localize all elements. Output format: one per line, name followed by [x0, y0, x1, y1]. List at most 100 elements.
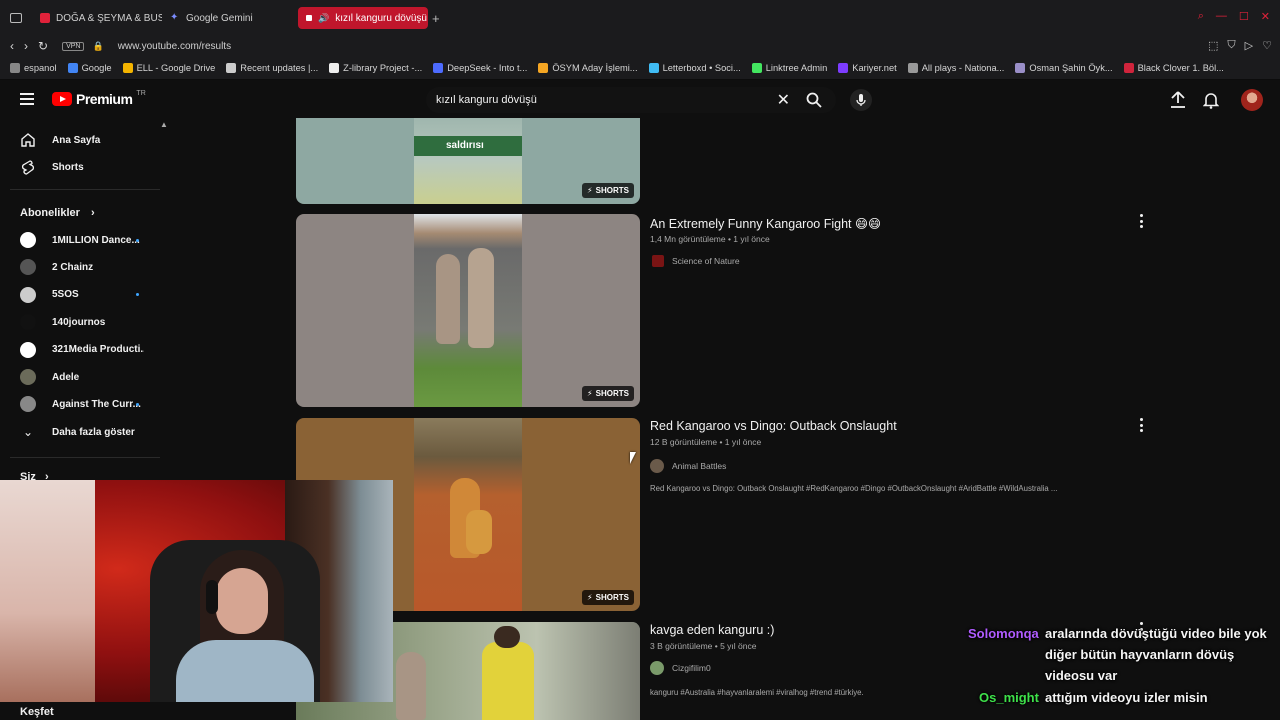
maximize-icon[interactable]: ☐: [1239, 10, 1249, 23]
more-options-icon[interactable]: [1137, 418, 1145, 432]
webcam-headphones: [206, 580, 218, 614]
scroll-up-icon[interactable]: ▲: [160, 120, 168, 129]
bookmark-label: DeepSeek - Into t...: [447, 62, 528, 73]
sidebar-toggle-icon[interactable]: [10, 13, 22, 23]
channel-avatar: [20, 259, 36, 276]
search-box: ✕: [426, 87, 836, 113]
result-meta: 3 B görüntüleme • 5 yıl önce: [650, 641, 757, 651]
result-title[interactable]: kavga eden kanguru :): [650, 623, 774, 637]
bookmark-item[interactable]: All plays - Nationa...: [907, 62, 1005, 73]
bookmark-item[interactable]: Black Clover 1. Böl...: [1123, 62, 1224, 73]
new-content-dot: [136, 238, 139, 242]
bookmark-item[interactable]: Kariyer.net: [838, 62, 897, 73]
shorts-icon: [22, 160, 34, 175]
bookmark-favicon-icon: [67, 62, 78, 73]
sidebar-subscription-item[interactable]: 5SOS: [0, 282, 160, 308]
browser-tab-1[interactable]: DOĞA & ŞEYMA & BUSE &: [32, 7, 162, 29]
chat-message-line: attığım videoyu izler misin: [1045, 690, 1208, 705]
result-channel[interactable]: Cizgifilim0: [650, 661, 711, 675]
search-tabs-icon[interactable]: ⌕: [1198, 10, 1204, 23]
reload-icon[interactable]: ↻: [38, 39, 48, 53]
shorts-icon: ⚡: [587, 593, 593, 602]
microphone-icon[interactable]: [850, 89, 872, 111]
sidebar-subscription-item[interactable]: 1MILLION Dance...: [0, 227, 160, 253]
result-title[interactable]: An Extremely Funny Kangaroo Fight 😄😄: [650, 216, 881, 231]
sidebar-subscription-item[interactable]: 2 Chainz: [0, 254, 160, 280]
result-thumbnail[interactable]: saldırısı ⚡ SHORTS: [296, 118, 640, 204]
show-more-button[interactable]: ⌄ Daha fazla göster: [0, 419, 160, 445]
sidebar-subscription-item[interactable]: 321Media Producti...: [0, 337, 160, 363]
vpn-badge[interactable]: VPN: [62, 41, 85, 51]
sidebar-item-label: Shorts: [52, 161, 84, 173]
notification-bell-icon[interactable]: [1203, 91, 1219, 109]
browser-tab-2[interactable]: ✦ Google Gemini: [162, 7, 292, 29]
bookmark-item[interactable]: Z-library Project -...: [329, 62, 423, 73]
bookmark-item[interactable]: Letterboxd • Soci...: [648, 62, 741, 73]
bookmark-item[interactable]: Osman Şahin Öyk...: [1015, 62, 1113, 73]
result-channel[interactable]: Science of Nature: [650, 255, 740, 267]
sidebar-subscription-item[interactable]: 140journos: [0, 309, 160, 335]
player-icon[interactable]: ▷: [1245, 39, 1253, 52]
sidebar-item-home[interactable]: Ana Sayfa: [0, 127, 160, 153]
bookmark-favicon-icon: [907, 62, 918, 73]
sidebar-item-label: Adele: [52, 371, 80, 383]
bookmark-label: Kariyer.net: [852, 62, 897, 73]
bookmark-item[interactable]: DeepSeek - Into t...: [433, 62, 528, 73]
upload-icon[interactable]: [1170, 91, 1186, 109]
kangaroo-left: [436, 254, 460, 344]
bookmark-favicon-icon: [1015, 62, 1026, 73]
channel-name: Animal Battles: [672, 461, 727, 471]
close-window-icon[interactable]: ✕: [1261, 10, 1270, 23]
back-icon[interactable]: ‹: [10, 39, 14, 53]
sidebar-item-shorts[interactable]: Shorts: [0, 154, 160, 180]
bookmark-favicon-icon: [226, 62, 237, 73]
tab-label: kızıl kanguru dövüşü -: [335, 12, 428, 24]
result-thumbnail[interactable]: ⚡ SHORTS: [296, 214, 640, 407]
youtube-logo[interactable]: Premium TR: [52, 89, 146, 107]
subscriptions-header[interactable]: Abonelikler ›: [20, 207, 95, 219]
bookmark-item[interactable]: espanol: [10, 62, 57, 73]
result-channel[interactable]: Animal Battles: [650, 459, 726, 473]
bookmark-label: Z-library Project -...: [343, 62, 423, 73]
heart-icon[interactable]: ♡: [1262, 39, 1272, 52]
bookmark-label: ÖSYM Aday İşlemi...: [552, 62, 638, 73]
result-title[interactable]: Red Kangaroo vs Dingo: Outback Onslaught: [650, 419, 897, 433]
speaker-icon[interactable]: 🔊: [318, 13, 329, 24]
lock-icon: 🔒: [92, 40, 104, 51]
clear-search-icon[interactable]: ✕: [777, 90, 790, 110]
snapshot-icon[interactable]: ⬚: [1208, 39, 1218, 52]
more-options-icon[interactable]: [1137, 214, 1145, 228]
bookmark-label: All plays - Nationa...: [921, 62, 1005, 73]
home-icon: [21, 133, 35, 147]
bookmark-item[interactable]: ELL - Google Drive: [122, 62, 215, 73]
bookmark-item[interactable]: Recent updates |...: [226, 62, 318, 73]
browser-tab-active[interactable]: 🔊 kızıl kanguru dövüşü -: [298, 7, 428, 29]
search-icon[interactable]: [806, 92, 822, 108]
webcam-overlay: [0, 480, 393, 702]
sidebar-subscription-item[interactable]: Against The Curr...: [0, 391, 160, 417]
new-tab-icon[interactable]: +: [432, 11, 440, 26]
bookmark-item[interactable]: Linktree Admin: [751, 62, 827, 73]
channel-avatar: [20, 314, 36, 331]
divider: [10, 457, 160, 458]
shield-icon[interactable]: ⛉: [1227, 39, 1235, 52]
browser-tab-bar: DOĞA & ŞEYMA & BUSE & ✦ Google Gemini 🔊 …: [0, 0, 1280, 36]
sidebar-item-label: 1MILLION Dance...: [52, 234, 140, 246]
result-meta: 1,4 Mn görüntüleme • 1 yıl önce: [650, 234, 770, 244]
channel-avatar: [20, 232, 36, 248]
webcam-person-body: [176, 640, 314, 702]
account-avatar[interactable]: [1241, 89, 1263, 111]
chat-message-line: aralarında dövüştüğü video bile yok: [1045, 626, 1267, 641]
logo-region: TR: [136, 89, 146, 97]
forward-icon[interactable]: ›: [24, 39, 28, 53]
sidebar-subscription-item[interactable]: Adele: [0, 364, 160, 390]
webcam-window: [0, 480, 95, 702]
bookmark-label: espanol: [24, 62, 57, 73]
minimize-icon[interactable]: —: [1216, 10, 1227, 23]
bookmark-item[interactable]: ÖSYM Aday İşlemi...: [538, 62, 638, 73]
url-field[interactable]: www.youtube.com/results: [118, 41, 231, 52]
kangaroo: [396, 652, 426, 720]
bookmark-item[interactable]: Google: [67, 62, 112, 73]
chevron-right-icon: ›: [90, 207, 95, 219]
menu-icon[interactable]: [20, 93, 34, 105]
